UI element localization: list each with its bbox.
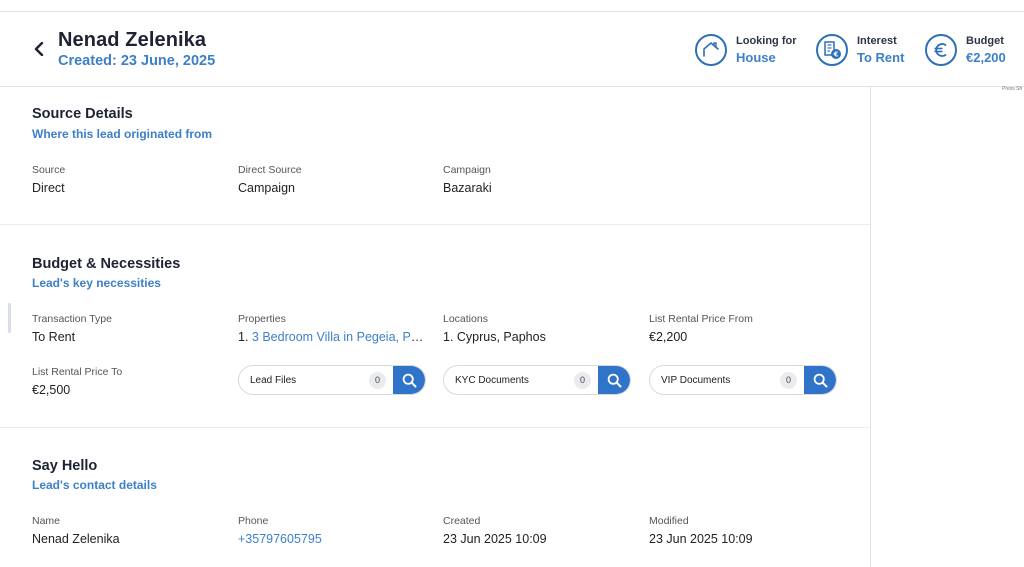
hello-section-subtitle: Lead's contact details [32,478,157,492]
stat-value: House [736,50,776,65]
svg-text:€: € [833,51,839,59]
doc-count-badge: 0 [574,371,591,389]
field-value: €2,200 [649,330,688,344]
stat-label: Looking for [736,35,797,47]
field-value: 1. 3 Bedroom Villa in Pegeia, Paphos [238,329,428,345]
field-label: List Rental Price From [649,313,753,325]
field-label: Modified [649,515,689,527]
field-locations: Locations 1. Cyprus, Paphos [443,313,633,345]
field-campaign: Campaign Bazaraki [443,164,633,196]
doc-count-badge: 0 [369,371,386,389]
field-value: Campaign [238,181,295,195]
field-transaction-type: Transaction Type To Rent [32,313,222,345]
stat-label: Budget [966,35,1004,47]
doc-label: KYC Documents [455,374,529,386]
field-value: €2,500 [32,383,71,397]
field-label: Transaction Type [32,313,112,325]
kyc-documents-box: KYC Documents 0 [443,365,631,395]
field-created: Created 23 Jun 2025 10:09 [443,515,633,547]
field-label: Name [32,515,61,527]
lead-files-box: Lead Files 0 [238,365,426,395]
lead-created-date: Created: 23 June, 2025 [58,53,216,69]
stat-looking-for: Looking for House [695,32,797,68]
scroll-marker [8,303,11,333]
field-source: Source Direct [32,164,222,196]
field-value: To Rent [32,330,76,344]
source-section-subtitle: Where this lead originated from [32,127,213,141]
back-button[interactable] [30,38,48,60]
chevron-left-icon [34,42,44,56]
field-label: Properties [238,313,286,325]
field-price-from: List Rental Price From €2,200 [649,313,839,345]
field-value: +35797605795 [238,531,428,547]
property-link[interactable]: 3 Bedroom Villa in Pegeia, Paphos [252,330,428,344]
field-label: Created [443,515,481,527]
lead-header: Nenad Zelenika Created: 23 June, 2025 Lo… [0,12,1024,87]
field-label: Direct Source [238,164,302,176]
property-index: 1. [238,330,249,344]
field-label: Phone [238,515,269,527]
doc-count-badge: 0 [780,371,797,389]
section-divider [0,224,870,225]
field-value: 23 Jun 2025 10:09 [649,532,753,546]
search-icon [607,373,621,387]
building-euro-icon: € [816,34,848,66]
lead-name: Nenad Zelenika [58,29,207,51]
phone-link[interactable]: +35797605795 [238,532,322,546]
budget-section-title: Budget & Necessities [32,256,181,272]
right-panel-divider [870,87,871,567]
doc-label: Lead Files [250,374,297,386]
stat-value: €2,200 [966,50,1006,65]
field-value: 23 Jun 2025 10:09 [443,532,547,546]
section-divider [0,427,870,428]
field-label: List Rental Price To [32,366,123,378]
search-icon [813,373,827,387]
field-value: Bazaraki [443,181,492,195]
stat-value: To Rent [857,50,905,65]
field-phone: Phone +35797605795 [238,515,428,547]
house-icon [695,34,727,66]
field-direct-source: Direct Source Campaign [238,164,428,196]
search-icon [402,373,416,387]
field-properties: Properties 1. 3 Bedroom Villa in Pegeia,… [238,313,428,345]
source-section-title: Source Details [32,106,133,122]
stat-label: Interest [857,35,897,47]
stat-budget: Budget €2,200 [925,32,1006,68]
kyc-documents-search-button[interactable] [598,366,630,394]
field-value: Nenad Zelenika [32,532,120,546]
hello-section-title: Say Hello [32,458,98,474]
stat-interest: € Interest To Rent [816,32,904,68]
field-modified: Modified 23 Jun 2025 10:09 [649,515,839,547]
field-label: Source [32,164,66,176]
field-name: Name Nenad Zelenika [32,515,222,547]
vip-documents-box: VIP Documents 0 [649,365,837,395]
field-price-to: List Rental Price To €2,500 [32,366,222,398]
euro-icon [925,34,957,66]
lead-files-search-button[interactable] [393,366,425,394]
top-bar [0,0,1024,12]
press-hint: Press Sh [1002,86,1023,92]
field-label: Campaign [443,164,491,176]
vip-documents-search-button[interactable] [804,366,836,394]
budget-section-subtitle: Lead's key necessities [32,276,161,290]
field-value: 1. Cyprus, Paphos [443,330,546,344]
doc-label: VIP Documents [661,374,731,386]
field-value: Direct [32,181,65,195]
field-label: Locations [443,313,488,325]
